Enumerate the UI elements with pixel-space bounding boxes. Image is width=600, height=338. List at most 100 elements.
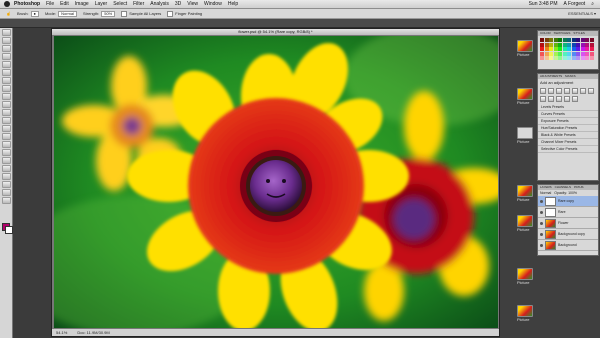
brush-control[interactable]: Brush: ●	[17, 10, 39, 17]
zoom-field[interactable]: 54.1%	[56, 329, 67, 336]
photo-filter-icon[interactable]	[548, 96, 554, 102]
thumbnail[interactable]	[517, 127, 533, 139]
opacity-field[interactable]: Opacity: 100%	[554, 191, 577, 195]
channel-mixer-icon[interactable]	[556, 96, 562, 102]
swatch[interactable]	[544, 56, 549, 60]
background-color-swatch[interactable]	[5, 226, 13, 234]
swatch[interactable]	[558, 56, 562, 60]
crop-tool-icon[interactable]	[1, 61, 11, 68]
layer-row[interactable]: Background	[538, 240, 598, 251]
dodge-tool-icon[interactable]	[1, 133, 11, 140]
menu-filter[interactable]: Filter	[133, 1, 144, 7]
thumbnail[interactable]	[517, 185, 533, 197]
posterize-icon[interactable]	[572, 96, 578, 102]
workspace-switcher[interactable]: ESSENTIALS ▾	[568, 11, 596, 16]
eye-icon[interactable]	[540, 232, 543, 236]
preset-levels[interactable]: Levels Presets	[538, 104, 598, 111]
swatch[interactable]	[585, 56, 589, 60]
swatch[interactable]	[540, 56, 544, 60]
swatch[interactable]	[576, 42, 580, 47]
swatch[interactable]	[549, 38, 553, 42]
preset-hue-saturation[interactable]: Hue/Saturation Presets	[538, 125, 598, 132]
marquee-tool-icon[interactable]	[1, 37, 11, 44]
eraser-tool-icon[interactable]	[1, 109, 11, 116]
menu-help[interactable]: Help	[228, 1, 238, 7]
preset-selective-color[interactable]: Selective Color Presets	[538, 146, 598, 153]
swatch[interactable]	[567, 51, 571, 56]
swatch[interactable]	[562, 38, 567, 42]
swatch[interactable]	[540, 47, 544, 51]
eye-icon[interactable]	[540, 210, 543, 214]
swatch[interactable]	[544, 42, 549, 47]
black-white-icon[interactable]	[540, 96, 546, 102]
tab-adjustments[interactable]: ADJUSTMENTS	[540, 74, 562, 79]
tab-swatches[interactable]: SWATCHES	[554, 31, 571, 36]
preset-channel-mixer[interactable]: Channel Mixer Presets	[538, 139, 598, 146]
swatch[interactable]	[567, 38, 571, 42]
swatch[interactable]	[580, 51, 585, 56]
brightness-icon[interactable]	[540, 88, 546, 94]
quick-select-tool-icon[interactable]	[1, 53, 11, 60]
swatch[interactable]	[580, 42, 585, 47]
3d-rotate-tool-icon[interactable]	[1, 173, 11, 180]
shape-tool-icon[interactable]	[1, 165, 11, 172]
sample-all-layers[interactable]: Sample All Layers	[121, 10, 161, 17]
preset-curves[interactable]: Curves Presets	[538, 111, 598, 118]
swatch[interactable]	[580, 38, 585, 42]
swatch[interactable]	[540, 38, 544, 42]
menu-3d[interactable]: 3D	[175, 1, 181, 7]
eyedropper-tool-icon[interactable]	[1, 69, 11, 76]
swatch[interactable]	[553, 56, 558, 60]
type-tool-icon[interactable]	[1, 149, 11, 156]
tab-channels[interactable]: CHANNELS	[555, 185, 571, 190]
swatch[interactable]	[540, 51, 544, 56]
swatch[interactable]	[571, 42, 576, 47]
swatch[interactable]	[571, 47, 576, 51]
3d-camera-tool-icon[interactable]	[1, 181, 11, 188]
layer-row[interactable]: Flower	[538, 218, 598, 229]
spotlight-icon[interactable]: ⌕	[591, 1, 594, 7]
swatch[interactable]	[589, 38, 594, 42]
swatch[interactable]	[589, 56, 594, 60]
menu-layer[interactable]: Layer	[95, 1, 108, 7]
hue-saturation-icon[interactable]	[580, 88, 586, 94]
layer-row[interactable]: Rare	[538, 207, 598, 218]
swatch[interactable]	[576, 56, 580, 60]
finger-painting[interactable]: Finger Painting	[167, 10, 202, 17]
sample-all-checkbox[interactable]	[121, 10, 128, 17]
eye-icon[interactable]	[540, 221, 543, 225]
swatch[interactable]	[549, 42, 553, 47]
menu-edit[interactable]: Edit	[60, 1, 69, 7]
swatch[interactable]	[580, 47, 585, 51]
swatch[interactable]	[558, 51, 562, 56]
clone-stamp-tool-icon[interactable]	[1, 93, 11, 100]
swatch[interactable]	[558, 47, 562, 51]
tool-preset-picker[interactable]: ☝	[6, 11, 11, 16]
menu-image[interactable]: Image	[75, 1, 89, 7]
swatch[interactable]	[576, 47, 580, 51]
preset-black-white[interactable]: Black & White Presets	[538, 132, 598, 139]
healing-tool-icon[interactable]	[1, 77, 11, 84]
swatch[interactable]	[589, 47, 594, 51]
swatch[interactable]	[562, 42, 567, 47]
menu-clock[interactable]: Sun 3:48 PM	[529, 1, 558, 7]
tab-masks[interactable]: MASKS	[565, 74, 576, 79]
layer-row[interactable]: Background copy	[538, 229, 598, 240]
swatch[interactable]	[553, 38, 558, 42]
thumbnail[interactable]	[517, 215, 533, 227]
path-select-tool-icon[interactable]	[1, 157, 11, 164]
swatch[interactable]	[585, 38, 589, 42]
menu-file[interactable]: File	[46, 1, 54, 7]
strength-input[interactable]: 50%	[101, 10, 116, 17]
curves-icon[interactable]	[556, 88, 562, 94]
thumbnail[interactable]	[517, 88, 533, 100]
zoom-tool-icon[interactable]	[1, 197, 11, 204]
swatch[interactable]	[571, 56, 576, 60]
menu-window[interactable]: Window	[204, 1, 222, 7]
image-canvas[interactable]	[54, 36, 498, 328]
swatch[interactable]	[553, 51, 558, 56]
swatch[interactable]	[567, 47, 571, 51]
color-balance-icon[interactable]	[588, 88, 594, 94]
swatch[interactable]	[553, 42, 558, 47]
swatch[interactable]	[580, 56, 585, 60]
